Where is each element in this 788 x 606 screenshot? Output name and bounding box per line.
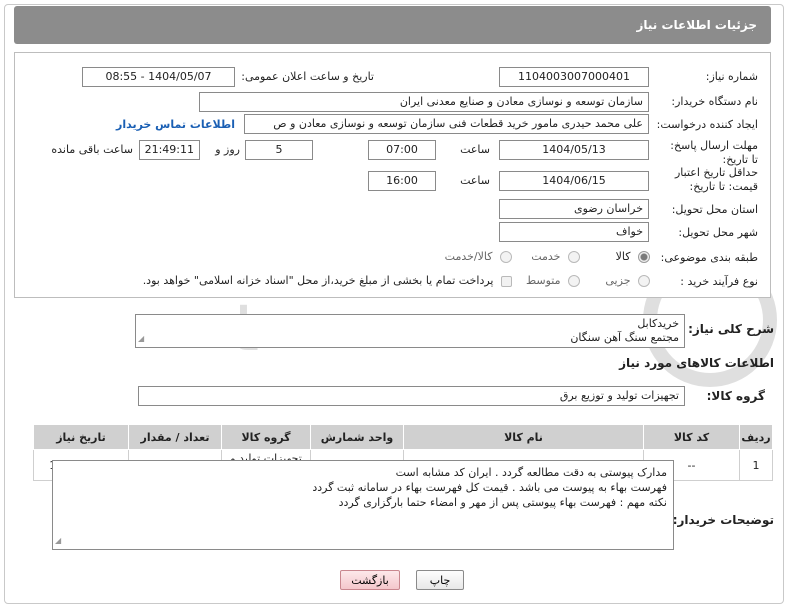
radio-icon[interactable]: [638, 275, 650, 287]
description-line-2: مجتمع سنگ آهن سنگان: [570, 331, 679, 344]
days-label: روز و: [215, 143, 240, 156]
form-box: شماره نیاز: 1104003007000401 تاریخ و ساع…: [14, 52, 771, 298]
radio-icon[interactable]: [500, 251, 512, 263]
description-textarea[interactable]: خریدکابل مجتمع سنگ آهن سنگان ◢: [135, 314, 685, 348]
col-header-code: کد کالا: [643, 424, 740, 450]
category-option-service[interactable]: خدمت: [531, 250, 580, 263]
validity-time-field[interactable]: 16:00: [368, 171, 436, 191]
goods-section-title: اطلاعات کالاهای مورد نیاز: [619, 356, 774, 370]
category-option-goods[interactable]: کالا: [616, 250, 650, 263]
radio-icon[interactable]: [568, 251, 580, 263]
col-header-row-number: ردیف: [739, 424, 773, 450]
category-label: طبقه بندی موضوعی:: [660, 251, 758, 264]
buyer-notes-line-3: نکته مهم : فهرست بهاء پیوستی پس از مهر و…: [338, 496, 667, 509]
category-option-goods-label: کالا: [615, 250, 631, 263]
category-option-both[interactable]: کالا/خدمت: [445, 250, 512, 263]
buyer-notes-line-2: فهرست بهاء به پیوست می باشد . قیمت کل فه…: [312, 481, 667, 494]
process-option-minor-label: جزیی: [605, 274, 631, 287]
col-header-group: گروه کالا: [221, 424, 311, 450]
remaining-time-field[interactable]: 21:49:11: [139, 140, 200, 160]
buyer-org-label: نام دستگاه خریدار:: [671, 95, 758, 108]
description-label: شرح کلی نیاز:: [688, 322, 774, 336]
category-option-service-label: خدمت: [531, 250, 561, 263]
process-label: نوع فرآیند خرید :: [680, 275, 758, 288]
goods-group-field[interactable]: تجهیزات تولید و توزیع برق: [138, 386, 685, 406]
validity-time-label: ساعت: [460, 174, 490, 187]
radio-icon[interactable]: [568, 275, 580, 287]
cell-row-number: 1: [739, 449, 773, 481]
payment-option[interactable]: پرداخت تمام یا بخشی از مبلغ خرید،از محل …: [143, 274, 512, 287]
deadline-label: مهلت ارسال پاسخ: تا تاریخ:: [670, 139, 758, 166]
checkbox-icon[interactable]: [501, 275, 512, 287]
radio-selected-icon[interactable]: [638, 251, 650, 263]
province-field[interactable]: خراسان رضوی: [499, 199, 649, 219]
buyer-notes-line-1: مدارک پیوستی به دقت مطالعه گردد . ایران …: [395, 466, 667, 479]
deadline-time-field[interactable]: 07:00: [368, 140, 436, 160]
process-option-medium-label: متوسط: [525, 274, 561, 287]
days-field[interactable]: 5: [245, 140, 313, 160]
validity-label: حداقل تاریخ اعتبار قیمت: تا تاریخ:: [674, 166, 758, 193]
col-header-unit: واحد شمارش: [310, 424, 404, 450]
buyer-notes-label: توضیحات خریدار:: [672, 513, 774, 527]
process-option-medium[interactable]: متوسط: [526, 274, 580, 287]
panel-title: جزئیات اطلاعات نیاز: [636, 18, 757, 32]
creator-field[interactable]: علی محمد حیدری مامور خرید قطعات فنی سازم…: [244, 114, 649, 134]
deadline-date-field[interactable]: 1404/05/13: [499, 140, 649, 160]
panel-header: جزئیات اطلاعات نیاز: [14, 6, 771, 44]
process-option-minor[interactable]: جزیی: [605, 274, 650, 287]
col-header-need-date: تاریخ نیاز: [33, 424, 129, 450]
col-header-quantity: تعداد / مقدار: [128, 424, 222, 450]
resize-grip-icon[interactable]: ◢: [138, 332, 144, 346]
need-number-field[interactable]: 1104003007000401: [499, 67, 649, 87]
payment-note: پرداخت تمام یا بخشی از مبلغ خرید،از محل …: [142, 274, 494, 287]
city-label: شهر محل تحویل:: [678, 226, 758, 239]
announce-label: تاریخ و ساعت اعلان عمومی:: [241, 70, 374, 83]
contact-link[interactable]: اطلاعات تماس خریدار: [116, 118, 235, 131]
resize-grip-icon[interactable]: ◢: [55, 533, 61, 548]
buyer-org-field[interactable]: سازمان توسعه و نوسازی معادن و صنایع معدن…: [199, 92, 649, 112]
table-header-row: ردیف کد کالا نام کالا واحد شمارش گروه کا…: [33, 424, 773, 450]
city-field[interactable]: خواف: [499, 222, 649, 242]
announce-field[interactable]: 1404/05/07 - 08:55: [82, 67, 235, 87]
province-label: استان محل تحویل:: [671, 203, 758, 216]
goods-group-label: گروه کالا:: [706, 389, 765, 403]
category-option-both-label: کالا/خدمت: [444, 250, 493, 263]
validity-date-field[interactable]: 1404/06/15: [499, 171, 649, 191]
creator-label: ایجاد کننده درخواست:: [656, 118, 758, 131]
need-number-label: شماره نیاز:: [705, 70, 758, 83]
back-button[interactable]: بازگشت: [340, 570, 400, 590]
col-header-name: نام کالا: [403, 424, 644, 450]
description-line-1: خریدکابل: [637, 317, 679, 330]
remaining-label: ساعت باقی مانده: [51, 143, 133, 156]
print-button[interactable]: چاپ: [416, 570, 464, 590]
deadline-time-label: ساعت: [460, 143, 490, 156]
buyer-notes-textarea[interactable]: مدارک پیوستی به دقت مطالعه گردد . ایران …: [52, 460, 674, 550]
